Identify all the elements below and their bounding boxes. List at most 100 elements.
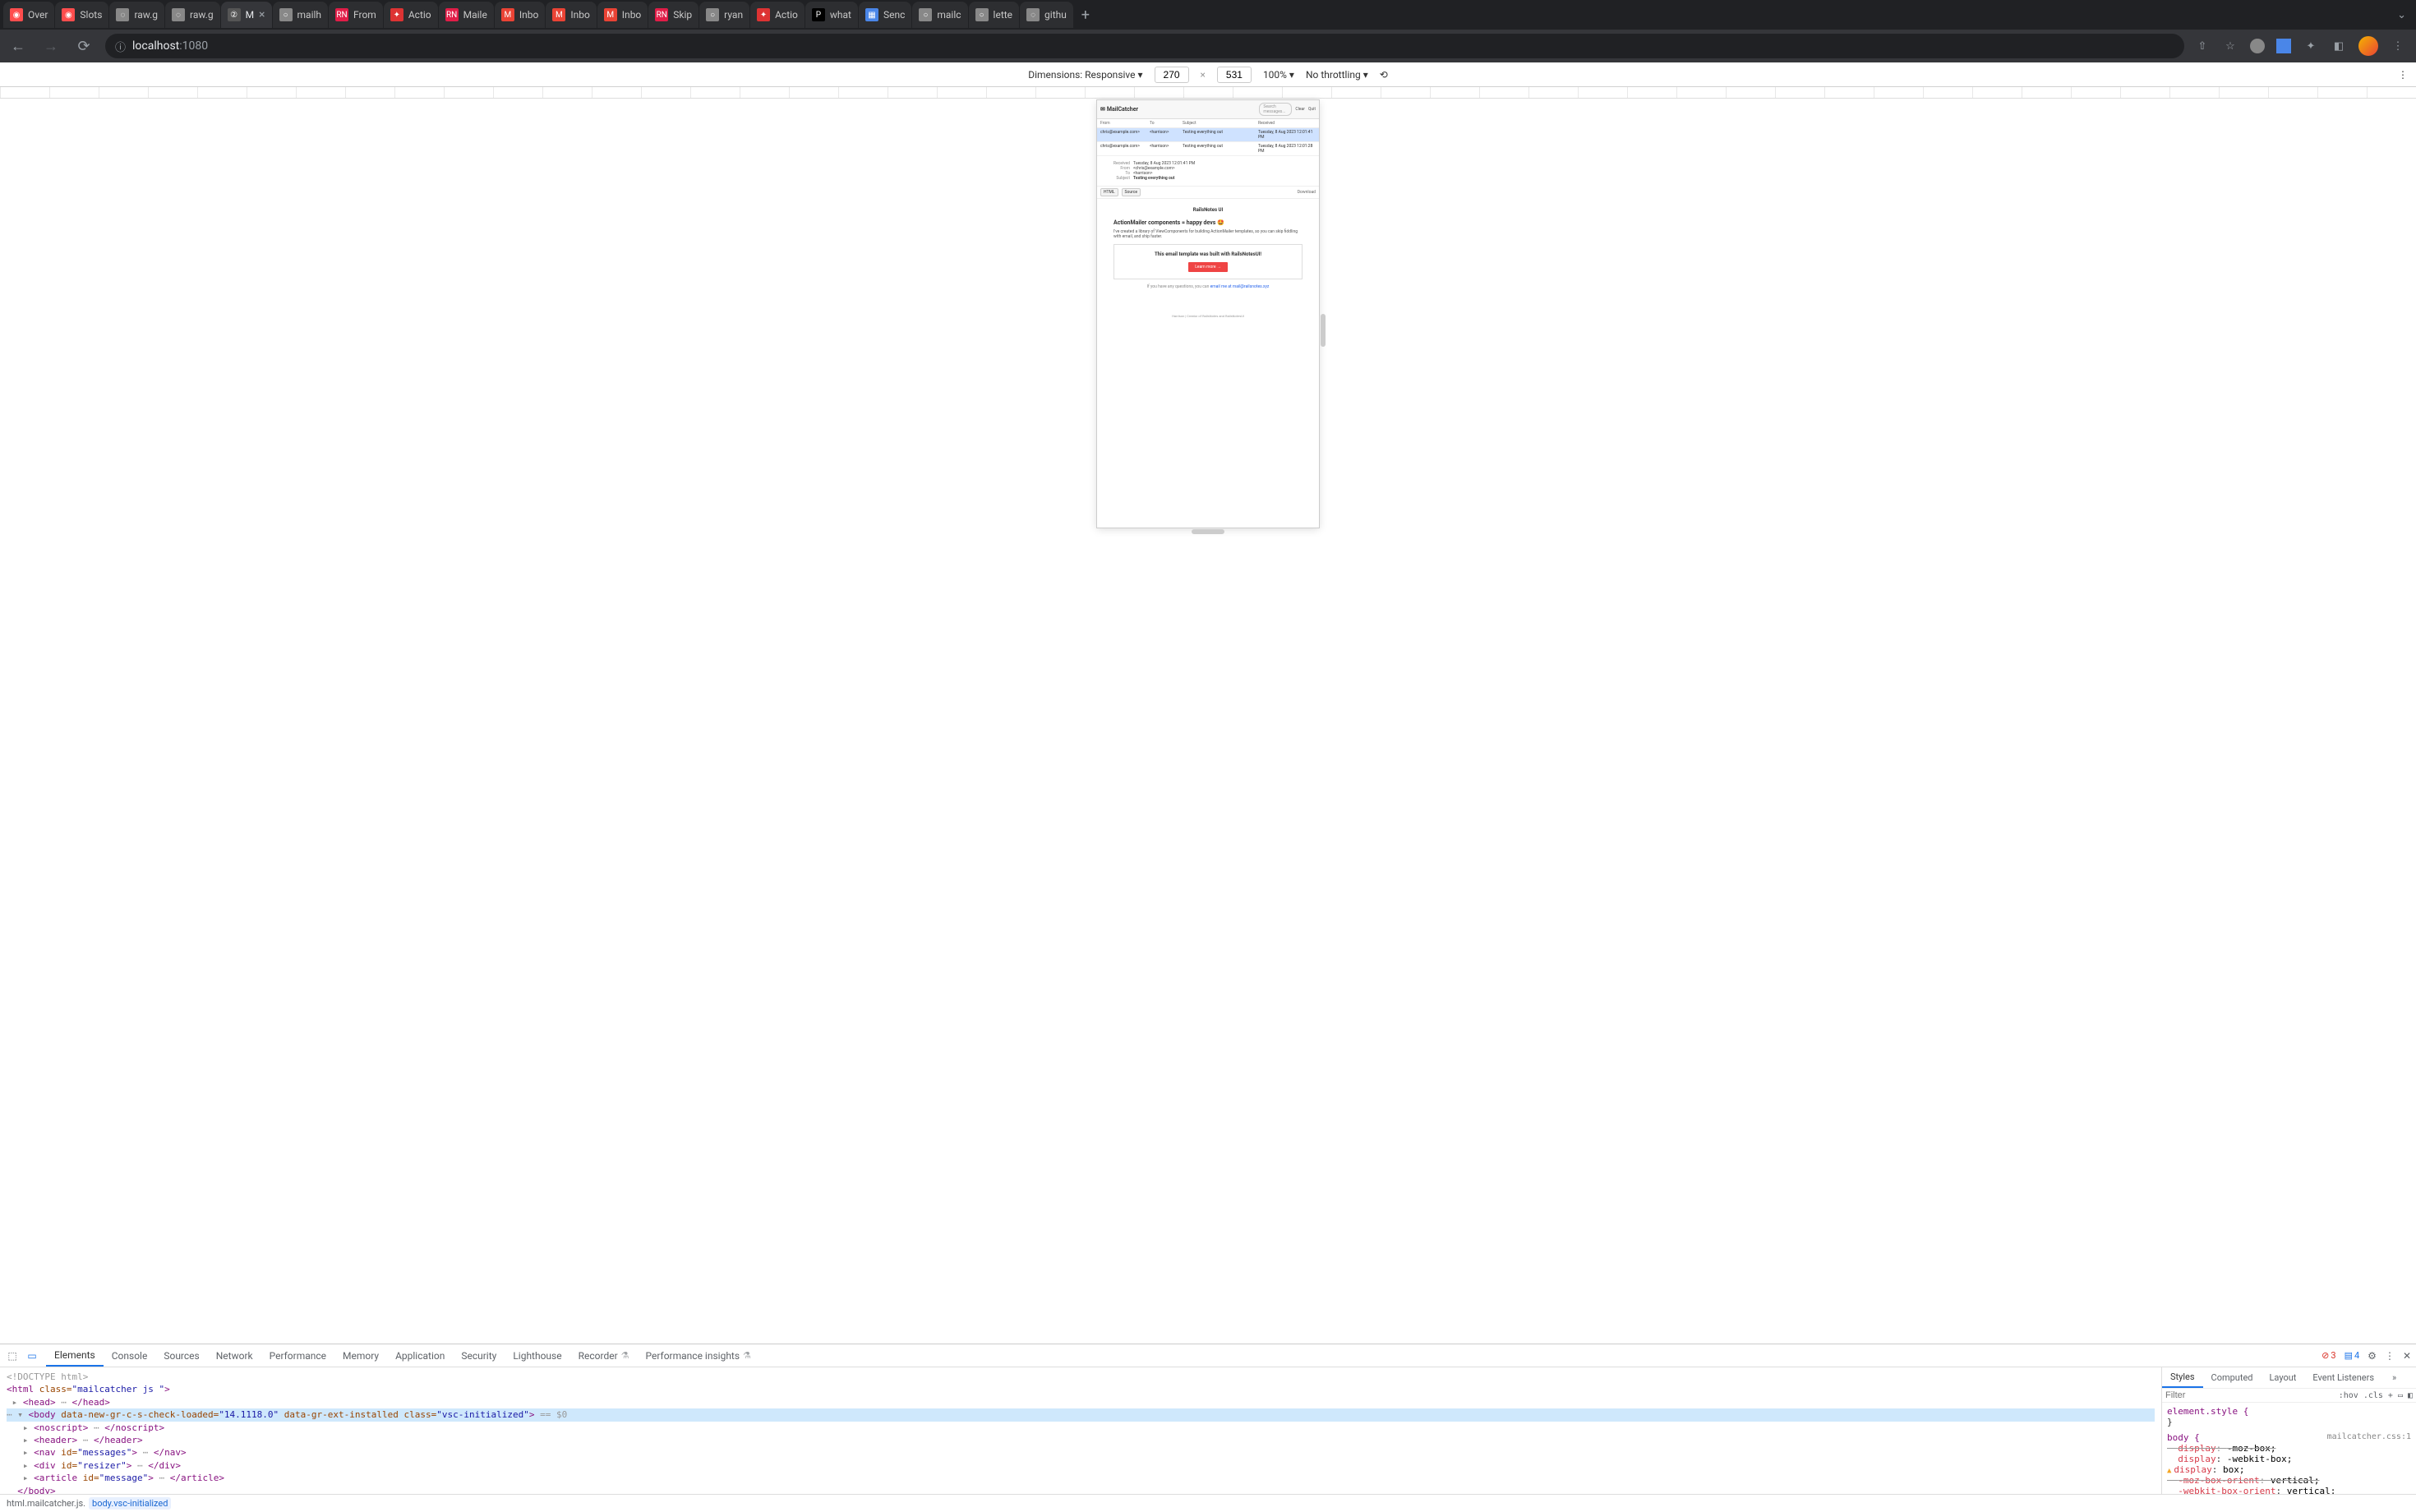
devtools-menu-icon[interactable]: ⋮ (2385, 1350, 2395, 1362)
email-footer-link[interactable]: email me at mail@railsnotes.xyz (1210, 284, 1270, 289)
download-link[interactable]: Download (1298, 190, 1316, 195)
device-height-input[interactable] (1217, 67, 1252, 83)
dom-line[interactable]: ▸ <head> ⋯ </head> (7, 1396, 2155, 1408)
devtools-tab[interactable]: Elements (46, 1344, 104, 1367)
bookmark-icon[interactable]: ☆ (2222, 38, 2238, 54)
browser-tab[interactable]: ◌raw.g (109, 2, 164, 28)
throttling-dropdown[interactable]: No throttling ▾ (1306, 69, 1368, 81)
browser-tab[interactable]: RNFrom (329, 2, 383, 28)
dom-line[interactable]: <!DOCTYPE html> (7, 1371, 2155, 1383)
reload-button[interactable]: ⟳ (72, 38, 95, 55)
browser-tab[interactable]: ○lette (969, 2, 1020, 28)
browser-tab[interactable]: ○ryan (699, 2, 749, 28)
browser-tab[interactable]: Pwhat (805, 2, 858, 28)
browser-tab[interactable]: MInbo (597, 2, 648, 28)
sidepanel-icon[interactable]: ◧ (2331, 38, 2347, 54)
browser-tab[interactable]: RNMaile (439, 2, 494, 28)
computed-toggle-icon[interactable]: ▭ (2398, 1391, 2403, 1400)
browser-tab[interactable]: ◉Over (3, 2, 54, 28)
browser-tab[interactable]: ▦Senc (859, 2, 911, 28)
col-from[interactable]: From (1100, 121, 1150, 126)
share-icon[interactable]: ⇧ (2194, 38, 2211, 54)
devtools-tab[interactable]: Application (387, 1344, 453, 1367)
breadcrumb-item[interactable]: html.mailcatcher.js. (7, 1498, 85, 1509)
resize-handle-corner[interactable] (1316, 524, 1324, 532)
new-tab-button[interactable]: + (1074, 7, 1097, 24)
back-button[interactable]: ← (7, 38, 30, 55)
chrome-menu-icon[interactable]: ⋮ (2390, 38, 2406, 54)
devtools-tab[interactable]: Performance (261, 1344, 334, 1367)
devtools-tab[interactable]: Sources (155, 1344, 207, 1367)
devtools-tab[interactable]: Security (453, 1344, 505, 1367)
device-width-input[interactable] (1155, 67, 1189, 83)
forward-button[interactable]: → (39, 38, 62, 55)
zoom-dropdown[interactable]: 100% ▾ (1263, 69, 1294, 81)
browser-tab[interactable]: ✦Actio (384, 2, 438, 28)
browser-tab[interactable]: ◌githu (1020, 2, 1073, 28)
styles-tab[interactable]: Computed (2203, 1367, 2262, 1388)
devtools-tab[interactable]: Recorder⚗ (570, 1344, 638, 1367)
device-toolbar-menu[interactable]: ⋮ (2398, 69, 2408, 81)
browser-tab[interactable]: ◌raw.g (165, 2, 220, 28)
dom-line[interactable]: ▸ <article id="message"> ⋯ </article> (7, 1472, 2155, 1484)
device-mode-icon[interactable]: ▭ (25, 1348, 39, 1363)
tab-source[interactable]: Source (1122, 188, 1141, 196)
settings-icon[interactable]: ⚙ (2368, 1350, 2377, 1362)
browser-tab[interactable]: RNSkip (648, 2, 699, 28)
tab-overflow-icon[interactable]: ⌄ (2391, 9, 2413, 21)
site-info-icon[interactable]: ⓘ (115, 39, 126, 54)
css-rules[interactable]: element.style { } body {mailcatcher.css:… (2162, 1403, 2416, 1494)
devtools-tab[interactable]: Lighthouse (505, 1344, 569, 1367)
dom-line[interactable]: ▸ <nav id="messages"> ⋯ </nav> (7, 1446, 2155, 1459)
learn-more-button[interactable]: Learn more → (1188, 262, 1228, 272)
message-row[interactable]: chris@example.com><harrison>Testing ever… (1097, 128, 1319, 142)
styles-tab[interactable]: Layout (2262, 1367, 2305, 1388)
styles-pane-toggle-icon[interactable]: ◧ (2408, 1391, 2413, 1400)
extension-1-icon[interactable] (2250, 39, 2265, 53)
dimensions-dropdown[interactable]: Dimensions: Responsive ▾ (1028, 69, 1142, 81)
devtools-tab[interactable]: Console (104, 1344, 156, 1367)
devtools-tab[interactable]: Performance insights⚗ (638, 1344, 759, 1367)
col-subject[interactable]: Subject (1183, 121, 1258, 126)
extension-2-icon[interactable] (2276, 39, 2291, 53)
rotate-icon[interactable]: ⟲ (1380, 69, 1388, 81)
dom-line[interactable]: ▸ <div id="resizer"> ⋯ </div> (7, 1459, 2155, 1472)
styles-tab-more[interactable]: » (2384, 1367, 2404, 1388)
cls-toggle[interactable]: .cls (2363, 1391, 2383, 1400)
profile-avatar[interactable] (2358, 36, 2378, 56)
breadcrumb-item-active[interactable]: body.vsc-initialized (89, 1497, 171, 1510)
dom-line[interactable]: ▸ <header> ⋯ </header> (7, 1434, 2155, 1446)
dom-line[interactable]: </body> (7, 1485, 2155, 1494)
styles-tab[interactable]: Event Listeners (2304, 1367, 2382, 1388)
clear-button[interactable]: Clear (1295, 107, 1305, 112)
col-received[interactable]: Received (1258, 121, 1316, 126)
resize-handle-right[interactable] (1321, 314, 1326, 347)
tab-html[interactable]: HTML (1100, 188, 1118, 196)
new-rule-icon[interactable]: + (2388, 1391, 2393, 1400)
hov-toggle[interactable]: :hov (2339, 1391, 2358, 1400)
issue-count[interactable]: ▤ 4 (2345, 1350, 2360, 1361)
extensions-icon[interactable]: ✦ (2303, 38, 2319, 54)
error-count[interactable]: ⊘ 3 (2321, 1350, 2335, 1361)
browser-tab[interactable]: ○mailh (273, 2, 329, 28)
browser-tab[interactable]: MInbo (495, 2, 545, 28)
browser-tab[interactable]: ✦Actio (750, 2, 805, 28)
devtools-tab[interactable]: Network (208, 1344, 261, 1367)
close-tab-icon[interactable]: × (259, 8, 265, 21)
styles-tab[interactable]: Styles (2162, 1367, 2203, 1388)
dom-line[interactable]: <html class="mailcatcher js "> (7, 1383, 2155, 1395)
search-input[interactable]: Search messages... (1259, 103, 1292, 116)
browser-tab[interactable]: ○mailc (912, 2, 967, 28)
devtools-tab[interactable]: Memory (334, 1344, 387, 1367)
browser-tab[interactable]: MInbo (546, 2, 596, 28)
browser-tab[interactable]: ②M× (221, 2, 272, 28)
col-to[interactable]: To (1150, 121, 1183, 126)
omnibox[interactable]: ⓘ localhost:1080 (105, 34, 2184, 58)
dom-tree[interactable]: <!DOCTYPE html> <html class="mailcatcher… (0, 1367, 2161, 1494)
quit-button[interactable]: Quit (1308, 107, 1316, 112)
message-row[interactable]: chris@example.com><harrison>Testing ever… (1097, 142, 1319, 156)
styles-filter-input[interactable] (2165, 1390, 2334, 1400)
browser-tab[interactable]: ◉Slots (55, 2, 108, 28)
close-devtools-icon[interactable]: ✕ (2403, 1350, 2411, 1362)
dom-line-selected[interactable]: ⋯ ▾ <body data-new-gr-c-s-check-loaded="… (7, 1408, 2155, 1421)
